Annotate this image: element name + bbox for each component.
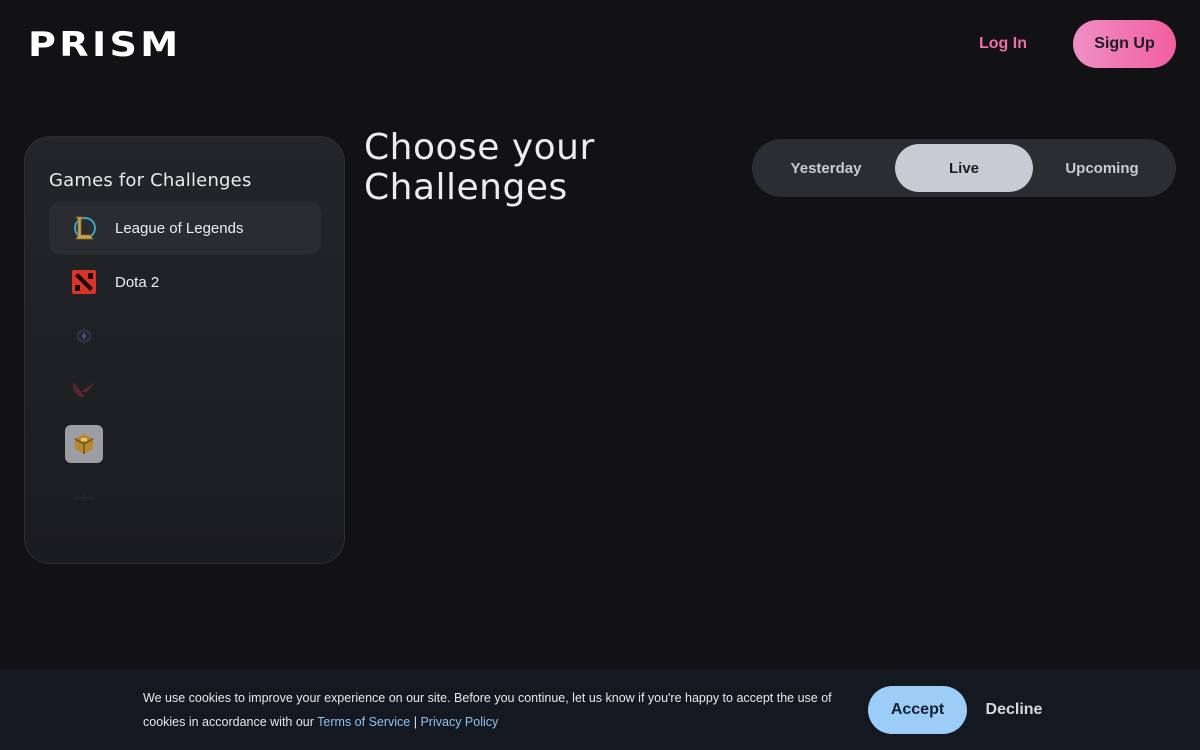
league-of-legends-icon (65, 209, 103, 247)
prism-logo[interactable]: PRISM (28, 26, 182, 64)
game-label: League of Legends (115, 219, 244, 237)
decline-cookies-button[interactable]: Decline (980, 686, 1048, 734)
games-panel-title: Games for Challenges (49, 170, 252, 191)
privacy-policy-link[interactable]: Privacy Policy (420, 715, 498, 729)
valorant-icon (65, 371, 103, 409)
dota2-icon (65, 263, 103, 301)
tab-upcoming[interactable]: Upcoming (1033, 144, 1171, 192)
game-item-league-of-legends[interactable]: League of Legends (49, 201, 321, 255)
page-title: Choose your Challenges (364, 128, 724, 208)
game-icon-6 (65, 479, 103, 517)
game-icon-3 (65, 317, 103, 355)
game-item-5[interactable] (49, 417, 321, 471)
cookie-banner: We use cookies to improve your experienc… (0, 670, 1200, 750)
time-filter-tabs: Yesterday Live Upcoming (752, 139, 1176, 197)
page-title-line2: Challenges (364, 167, 568, 208)
cookie-message: We use cookies to improve your experienc… (143, 686, 853, 734)
game-item-valorant[interactable] (49, 363, 321, 417)
game-icon-5 (65, 425, 103, 463)
game-label: Dota 2 (115, 273, 160, 291)
tab-live[interactable]: Live (895, 144, 1033, 192)
signup-button[interactable]: Sign Up (1073, 20, 1176, 68)
page-title-line1: Choose your (364, 127, 595, 168)
game-list: League of Legends Dota 2 (49, 201, 321, 525)
accept-cookies-button[interactable]: Accept (868, 686, 967, 734)
game-item-3[interactable] (49, 309, 321, 363)
game-item-dota-2[interactable]: Dota 2 (49, 255, 321, 309)
login-button[interactable]: Log In (960, 32, 1046, 56)
game-item-6[interactable] (49, 471, 321, 525)
tab-yesterday[interactable]: Yesterday (757, 144, 895, 192)
games-panel: Games for Challenges League of Legends D (24, 136, 345, 564)
link-separator: | (410, 715, 421, 729)
terms-of-service-link[interactable]: Terms of Service (317, 715, 410, 729)
